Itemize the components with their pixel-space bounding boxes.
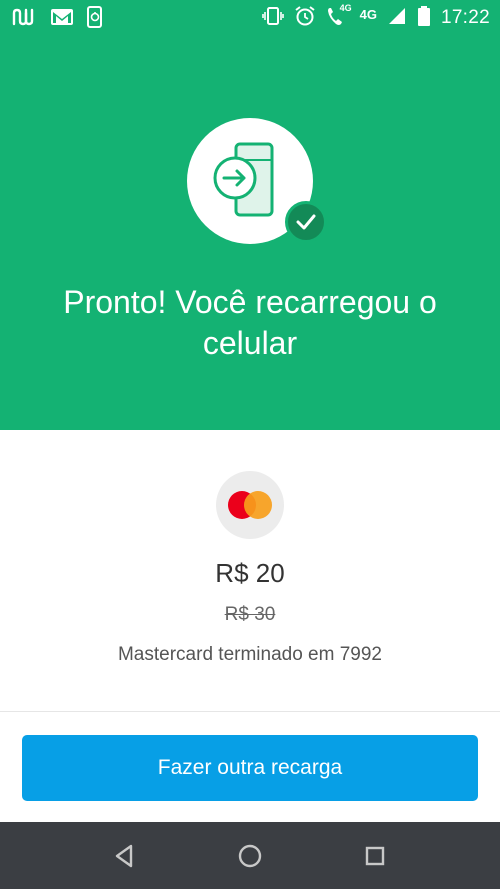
home-icon[interactable] xyxy=(234,840,266,872)
wifi-calling-icon: 4G xyxy=(326,2,352,32)
signal-icon xyxy=(387,6,407,31)
gmail-icon xyxy=(50,7,74,32)
network-type-small: 4G xyxy=(339,2,352,13)
check-badge xyxy=(285,201,327,243)
back-icon[interactable] xyxy=(109,840,141,872)
nubank-icon xyxy=(12,7,38,32)
status-left-icons xyxy=(12,6,104,33)
screen: 4G 4G 17:22 Pronto! Você recarregou o ce… xyxy=(0,0,500,889)
new-recharge-button[interactable]: Fazer outra recarga xyxy=(22,735,478,801)
status-time: 17:22 xyxy=(440,7,490,28)
status-bar: 4G 4G 17:22 xyxy=(0,0,500,36)
status-right-icons: 4G 4G 17:22 xyxy=(261,2,490,32)
success-hero: Pronto! Você recarregou o celular xyxy=(0,36,500,430)
phone-recharge-icon xyxy=(86,6,104,33)
navigation-bar xyxy=(0,822,500,889)
alarm-icon xyxy=(294,5,316,32)
original-amount: R$ 30 xyxy=(224,604,276,625)
recharge-amount: R$ 20 xyxy=(215,558,285,588)
check-icon xyxy=(296,213,316,236)
vibrate-icon xyxy=(261,6,284,31)
recents-icon[interactable] xyxy=(359,840,391,872)
battery-icon xyxy=(417,5,431,32)
card-description: Mastercard terminado em 7992 xyxy=(117,644,382,665)
divider xyxy=(0,711,500,712)
mastercard-icon xyxy=(216,471,284,539)
success-title: Pronto! Você recarregou o celular xyxy=(63,284,437,361)
phone-recharge-icon xyxy=(207,136,293,231)
network-type: 4G xyxy=(359,6,377,22)
